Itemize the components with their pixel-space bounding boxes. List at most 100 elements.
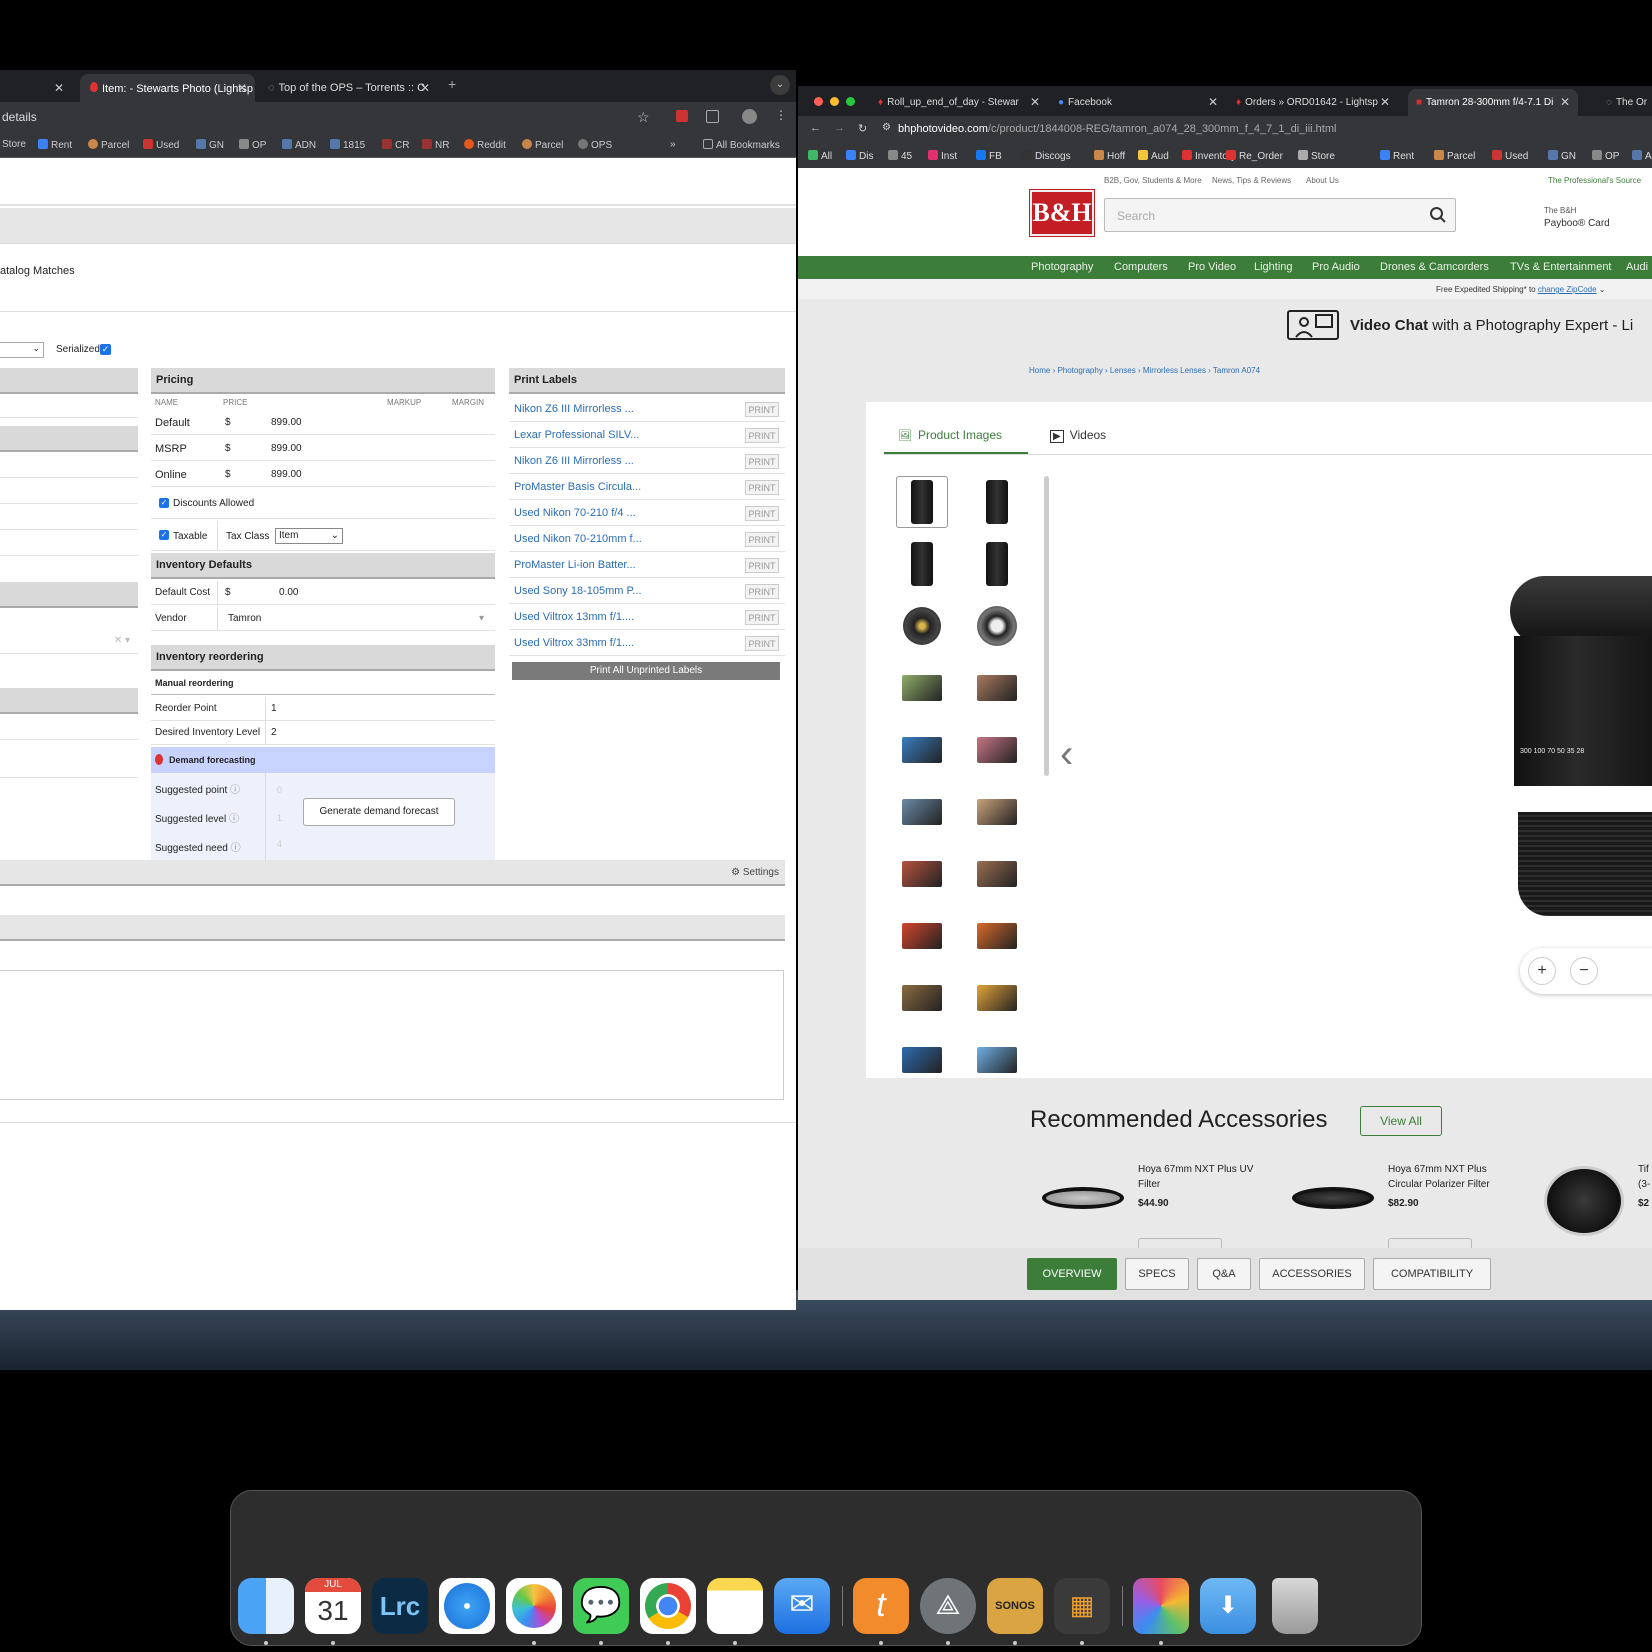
- settings-button[interactable]: ⚙ Settings: [731, 867, 779, 878]
- print-label-link[interactable]: Used Viltrox 33mm f/1....: [514, 637, 634, 649]
- accessory-image-tif[interactable]: [1544, 1166, 1624, 1236]
- left-col-row[interactable]: [0, 532, 138, 556]
- bookmark-used[interactable]: Used: [1492, 150, 1528, 162]
- top-link-b2b[interactable]: B2B, Gov, Students & More: [1104, 176, 1202, 185]
- accessory-image-cpl[interactable]: [1292, 1187, 1374, 1209]
- address-bar[interactable]: details ☆ ⋮: [0, 102, 796, 132]
- accessory-name-tif[interactable]: Tif (3-: [1638, 1162, 1652, 1192]
- generate-forecast-button[interactable]: Generate demand forecast: [303, 798, 455, 826]
- product-thumbnail[interactable]: [896, 1034, 948, 1078]
- print-label-link[interactable]: Nikon Z6 III Mirrorless ...: [514, 455, 634, 467]
- close-window-button[interactable]: [814, 97, 823, 106]
- notes-icon[interactable]: [707, 1578, 763, 1634]
- close-icon[interactable]: ✕: [1380, 95, 1390, 109]
- product-thumbnail[interactable]: [896, 600, 948, 652]
- serialized-checkbox[interactable]: ✓: [100, 344, 111, 355]
- print-button[interactable]: PRINT: [745, 610, 779, 625]
- close-icon[interactable]: ✕: [237, 81, 247, 95]
- left-col-row[interactable]: [0, 742, 138, 778]
- bookmark-hoff[interactable]: Hoff: [1094, 150, 1125, 162]
- left-col-row[interactable]: [0, 716, 138, 740]
- star-icon[interactable]: ☆: [637, 109, 650, 126]
- close-icon[interactable]: ✕: [1208, 95, 1218, 109]
- tab-accessories[interactable]: ACCESSORIES: [1259, 1258, 1365, 1290]
- price-input[interactable]: 899.00: [271, 443, 302, 454]
- bookmark-1815[interactable]: 1815: [330, 139, 365, 151]
- nav-item-photography[interactable]: Photography: [1031, 261, 1093, 273]
- minimize-window-button[interactable]: [830, 97, 839, 106]
- nav-item-audi[interactable]: Audi: [1626, 261, 1648, 273]
- tab-the-or[interactable]: ◌ The Or: [1598, 89, 1652, 116]
- product-thumbnail[interactable]: [971, 972, 1023, 1024]
- search-input[interactable]: Search: [1104, 198, 1456, 232]
- product-thumbnail[interactable]: [971, 910, 1023, 962]
- video-chat-banner[interactable]: Video Chat with a Photography Expert - L…: [798, 299, 1652, 349]
- bookmark-rent[interactable]: Rent: [1380, 150, 1414, 162]
- product-thumbnail[interactable]: [896, 910, 948, 962]
- site-info-icon[interactable]: ⚙: [882, 122, 891, 133]
- bookmark-all[interactable]: All: [808, 150, 832, 162]
- bookmark-parcel-2[interactable]: Parcel: [522, 139, 563, 151]
- reorder-point-input[interactable]: 1: [271, 703, 277, 714]
- bookmark-store[interactable]: Store: [2, 139, 26, 150]
- print-label-link[interactable]: Nikon Z6 III Mirrorless ...: [514, 403, 634, 415]
- close-icon[interactable]: ✕: [1030, 95, 1040, 109]
- safari-icon[interactable]: [439, 1578, 495, 1634]
- payboo-card-link[interactable]: Payboo® Card: [1544, 218, 1610, 229]
- zoom-out-button[interactable]: −: [1570, 957, 1598, 985]
- left-col-row[interactable]: [0, 394, 138, 418]
- bookmark-parcel[interactable]: Parcel: [88, 139, 129, 151]
- bookmark-nr[interactable]: NR: [422, 139, 449, 151]
- messages-icon[interactable]: 💬: [573, 1578, 629, 1634]
- bookmark-adn[interactable]: ADN: [1632, 150, 1652, 162]
- print-button[interactable]: PRINT: [745, 480, 779, 495]
- bookmark-45[interactable]: 45: [888, 150, 912, 162]
- tax-class-select[interactable]: Item ⌄: [275, 528, 343, 544]
- product-thumbnail[interactable]: [971, 476, 1023, 528]
- print-label-link[interactable]: Used Sony 18-105mm P...: [514, 585, 642, 597]
- accessory-name-cpl[interactable]: Hoya 67mm NXT Plus Circular Polarizer Fi…: [1388, 1162, 1518, 1192]
- tab-tamron[interactable]: ■ Tamron 28-300mm f/4-7.1 Di ✕: [1408, 89, 1578, 116]
- close-icon[interactable]: ✕: [1560, 95, 1570, 109]
- product-thumbnail[interactable]: [896, 538, 948, 590]
- trash-icon[interactable]: [1272, 1578, 1318, 1634]
- nav-item-pro-video[interactable]: Pro Video: [1188, 261, 1236, 273]
- product-thumbnail[interactable]: [896, 972, 948, 1024]
- bookmark-gn[interactable]: GN: [1548, 150, 1576, 162]
- left-col-row[interactable]: [0, 506, 138, 530]
- tab-specs[interactable]: SPECS: [1125, 1258, 1189, 1290]
- change-zip-link[interactable]: change ZipCode: [1538, 285, 1597, 294]
- print-button[interactable]: PRINT: [745, 558, 779, 573]
- print-button[interactable]: PRINT: [745, 532, 779, 547]
- nav-item-lighting[interactable]: Lighting: [1254, 261, 1293, 273]
- nav-item-drones-camcorders[interactable]: Drones & Camcorders: [1380, 261, 1489, 273]
- left-col-row[interactable]: [0, 454, 138, 478]
- default-cost-input[interactable]: 0.00: [279, 587, 298, 598]
- url-text[interactable]: bhphotovideo.com/c/product/1844008-REG/t…: [898, 123, 1336, 135]
- all-bookmarks[interactable]: All Bookmarks: [703, 139, 780, 151]
- bookmark-ops[interactable]: OPS: [578, 139, 612, 151]
- main-product-image[interactable]: 300 100 70 50 35 28 TAMRON: [1510, 576, 1652, 956]
- tab-facebook[interactable]: ● Facebook ✕: [1050, 89, 1226, 116]
- product-thumbnail[interactable]: [971, 538, 1023, 590]
- tab-videos[interactable]: ▶ Videos: [1044, 418, 1134, 454]
- left-col-row[interactable]: [0, 480, 138, 504]
- reload-icon[interactable]: ↻: [858, 122, 867, 135]
- chevron-left-icon[interactable]: ‹: [1060, 732, 1073, 777]
- bookmark-used[interactable]: Used: [143, 139, 179, 151]
- print-label-link[interactable]: Used Viltrox 13mm f/1....: [514, 611, 634, 623]
- lightroom-icon[interactable]: Lrc: [372, 1578, 428, 1634]
- product-thumbnail[interactable]: [971, 662, 1023, 714]
- puzzle-icon[interactable]: [706, 110, 719, 123]
- close-icon[interactable]: ✕: [420, 81, 430, 95]
- tab-compatibility[interactable]: COMPATIBILITY: [1373, 1258, 1491, 1290]
- left-col-select[interactable]: ✕ ▾: [0, 630, 138, 654]
- top-link-about[interactable]: About Us: [1306, 176, 1339, 185]
- forward-icon[interactable]: →: [834, 122, 845, 134]
- back-icon[interactable]: ←: [810, 122, 821, 134]
- nav-item-tvs-entertainment[interactable]: TVs & Entertainment: [1510, 261, 1612, 273]
- downloads-folder-icon[interactable]: ⬇: [1200, 1578, 1256, 1634]
- print-label-link[interactable]: ProMaster Li-ion Batter...: [514, 559, 636, 571]
- bh-logo[interactable]: B&H: [1029, 189, 1095, 237]
- tab-qa[interactable]: Q&A: [1197, 1258, 1251, 1290]
